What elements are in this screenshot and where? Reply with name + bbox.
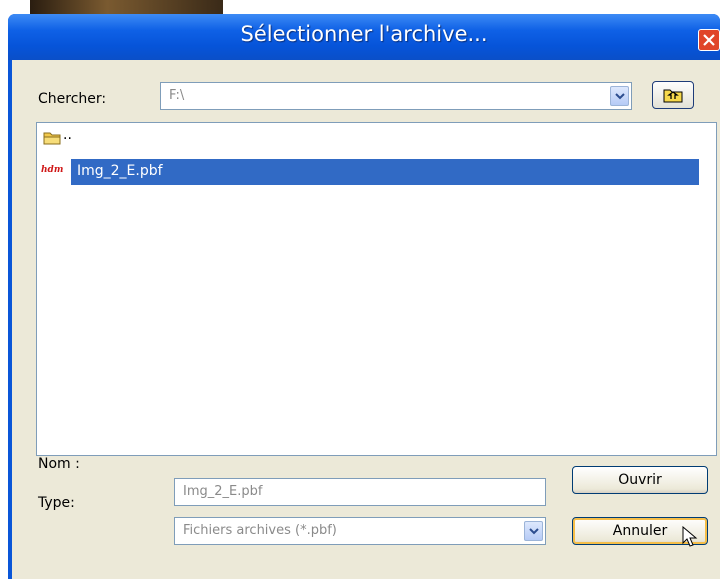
dropdown-button[interactable]: [610, 86, 629, 106]
file-name-input[interactable]: Img_2_E.pbf: [174, 478, 546, 506]
file-type-select[interactable]: Fichiers archives (*.pbf): [174, 517, 546, 545]
list-item-parent-folder[interactable]: ..: [41, 127, 241, 149]
search-location-value: F:\: [169, 88, 185, 103]
selection-highlight: [71, 159, 699, 185]
title-bar[interactable]: Sélectionner l'archive...: [8, 14, 720, 60]
file-type-value: Fichiers archives (*.pbf): [183, 523, 337, 538]
list-item[interactable]: hdm Img_2_E.pbf: [41, 159, 705, 185]
search-label: Chercher:: [38, 91, 107, 107]
archive-file-icon: hdm: [41, 165, 64, 175]
cancel-button-label: Annuler: [612, 523, 668, 539]
close-icon: [703, 34, 715, 46]
file-list[interactable]: .. hdm Img_2_E.pbf: [36, 122, 717, 456]
name-label: Nom :: [38, 456, 80, 472]
chevron-down-icon: [615, 93, 625, 100]
up-one-level-button[interactable]: [652, 81, 694, 109]
type-label: Type:: [38, 495, 75, 511]
dropdown-button[interactable]: [524, 521, 543, 541]
dialog-body: Chercher: F:\ .. hdm Img_2_E.pbf Nom: I…: [12, 60, 720, 579]
parent-folder-label: ..: [63, 127, 72, 143]
close-button[interactable]: [698, 29, 720, 51]
open-button[interactable]: Ouvrir: [572, 466, 708, 494]
file-name: Img_2_E.pbf: [77, 163, 163, 179]
file-dialog: Sélectionner l'archive... Chercher: F:\: [8, 14, 720, 579]
search-location-select[interactable]: F:\: [160, 82, 632, 110]
dialog-title: Sélectionner l'archive...: [240, 22, 488, 46]
folder-up-icon: [663, 89, 683, 103]
folder-icon: [43, 132, 61, 145]
cancel-button[interactable]: Annuler: [572, 517, 708, 547]
file-name-value: Img_2_E.pbf: [183, 484, 263, 499]
mouse-pointer-icon: [682, 526, 698, 547]
chevron-down-icon: [529, 528, 539, 535]
